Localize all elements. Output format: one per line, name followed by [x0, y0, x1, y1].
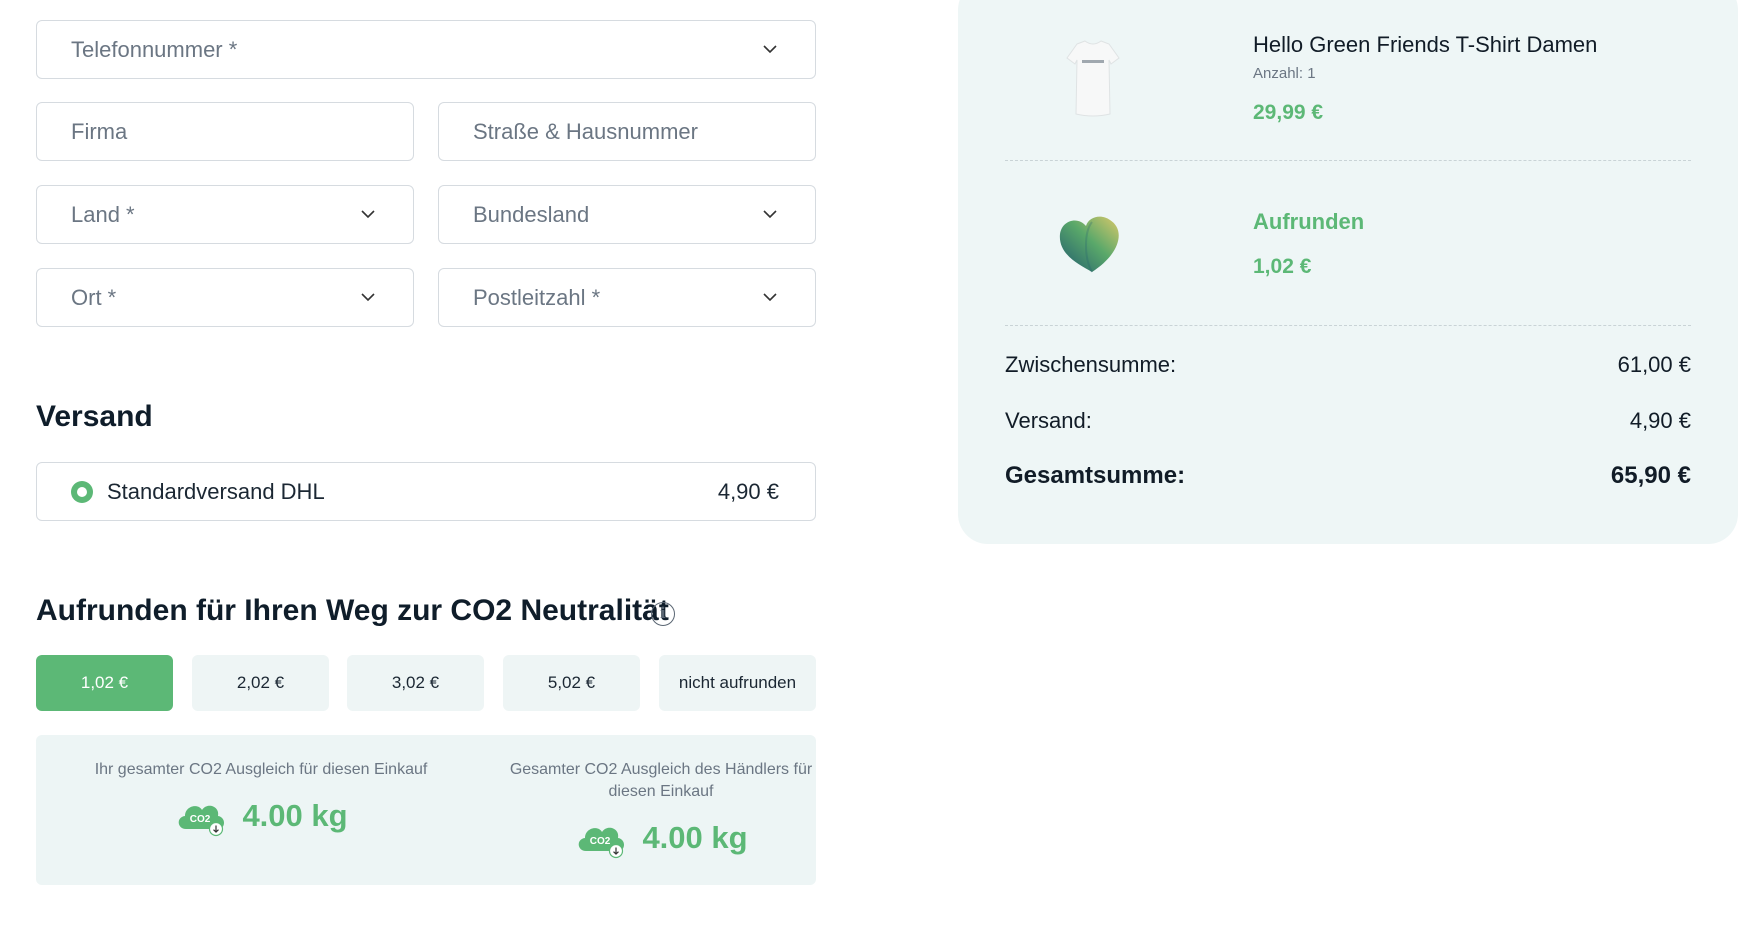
merchant-co2-label: Gesamter CO2 Ausgleich des Händlers für … [509, 761, 813, 800]
subtotal-value: 61,00 € [1617, 352, 1691, 377]
shipping-option-price: 4,90 € [717, 478, 779, 504]
divider [1005, 160, 1691, 161]
zip-select[interactable]: Postleitzahl * [438, 268, 816, 327]
street-field[interactable]: Straße & Hausnummer [438, 102, 816, 161]
company-placeholder: Firma [71, 118, 128, 144]
shipping-label: Versand: [1005, 408, 1092, 433]
total-label: Gesamtsumme: [1005, 462, 1186, 489]
customer-co2-label: Ihr gesamter CO2 Ausgleich für diesen Ei… [94, 761, 428, 778]
cart-item-price: 29,99 € [1253, 101, 1324, 124]
merchant-co2: Gesamter CO2 Ausgleich des Händlers für … [491, 759, 831, 859]
zip-placeholder: Postleitzahl * [473, 284, 601, 310]
shipping-heading: Versand [36, 400, 153, 433]
co2-cloud-label: CO2 [590, 836, 611, 847]
state-placeholder: Bundesland [473, 201, 590, 227]
roundup-option-2[interactable]: 2,02 € [192, 655, 329, 711]
co2-summary: Ihr gesamter CO2 Ausgleich für diesen Ei… [36, 735, 816, 885]
co2-cloud-label: CO2 [190, 814, 211, 825]
co2-cloud-icon: CO2 [179, 805, 225, 837]
city-select[interactable]: Ort * [36, 268, 414, 327]
customer-co2: Ihr gesamter CO2 Ausgleich für diesen Ei… [91, 759, 431, 837]
roundup-option-3[interactable]: 3,02 € [347, 655, 484, 711]
shipping-option[interactable]: Standardversand DHL 4,90 € [36, 462, 816, 521]
roundup-option-1[interactable]: 1,02 € [36, 655, 173, 711]
country-select[interactable]: Land * [36, 185, 414, 244]
chevron-down-icon [361, 210, 375, 219]
shipping-radio[interactable] [71, 480, 93, 503]
roundup-heading: Aufrunden für Ihren Weg zur CO2 Neutrali… [36, 594, 669, 627]
roundup-option-none[interactable]: nicht aufrunden [659, 655, 816, 711]
merchant-co2-value: 4.00 kg [642, 820, 748, 855]
cart-item-name: Hello Green Friends T-Shirt Damen [1253, 32, 1598, 57]
street-placeholder: Straße & Hausnummer [473, 118, 698, 144]
phone-placeholder: Telefonnummer * [71, 36, 238, 62]
total-value: 65,90 € [1610, 462, 1691, 489]
phone-select[interactable]: Telefonnummer * [36, 20, 816, 79]
cart-item-qty: Anzahl: 1 [1253, 65, 1316, 82]
roundup-option-5[interactable]: 5,02 € [503, 655, 640, 711]
info-icon[interactable]: i [651, 602, 675, 626]
chevron-down-icon [763, 293, 777, 302]
subtotal-label: Zwischensumme: [1005, 352, 1177, 377]
shipping-value: 4,90 € [1629, 408, 1691, 433]
city-placeholder: Ort * [71, 284, 117, 310]
cart-roundup-price: 1,02 € [1253, 255, 1312, 278]
country-placeholder: Land * [71, 201, 135, 227]
chevron-down-icon [763, 210, 777, 219]
shipping-row: Versand: 4,90 € [1005, 408, 1691, 434]
company-field[interactable]: Firma [36, 102, 414, 161]
co2-cloud-icon: CO2 [579, 827, 625, 859]
subtotal-row: Zwischensumme: 61,00 € [1005, 352, 1691, 378]
shipping-option-name: Standardversand DHL [107, 478, 325, 504]
cart-roundup-label: Aufrunden [1253, 209, 1365, 234]
chevron-down-icon [361, 293, 375, 302]
divider [1005, 325, 1691, 326]
heart-logo-icon [1059, 216, 1119, 273]
tshirt-image [1066, 40, 1120, 117]
customer-co2-value: 4.00 kg [242, 798, 348, 833]
chevron-down-icon [763, 45, 777, 54]
state-select[interactable]: Bundesland [438, 185, 816, 244]
total-row: Gesamtsumme: 65,90 € [1005, 462, 1691, 490]
